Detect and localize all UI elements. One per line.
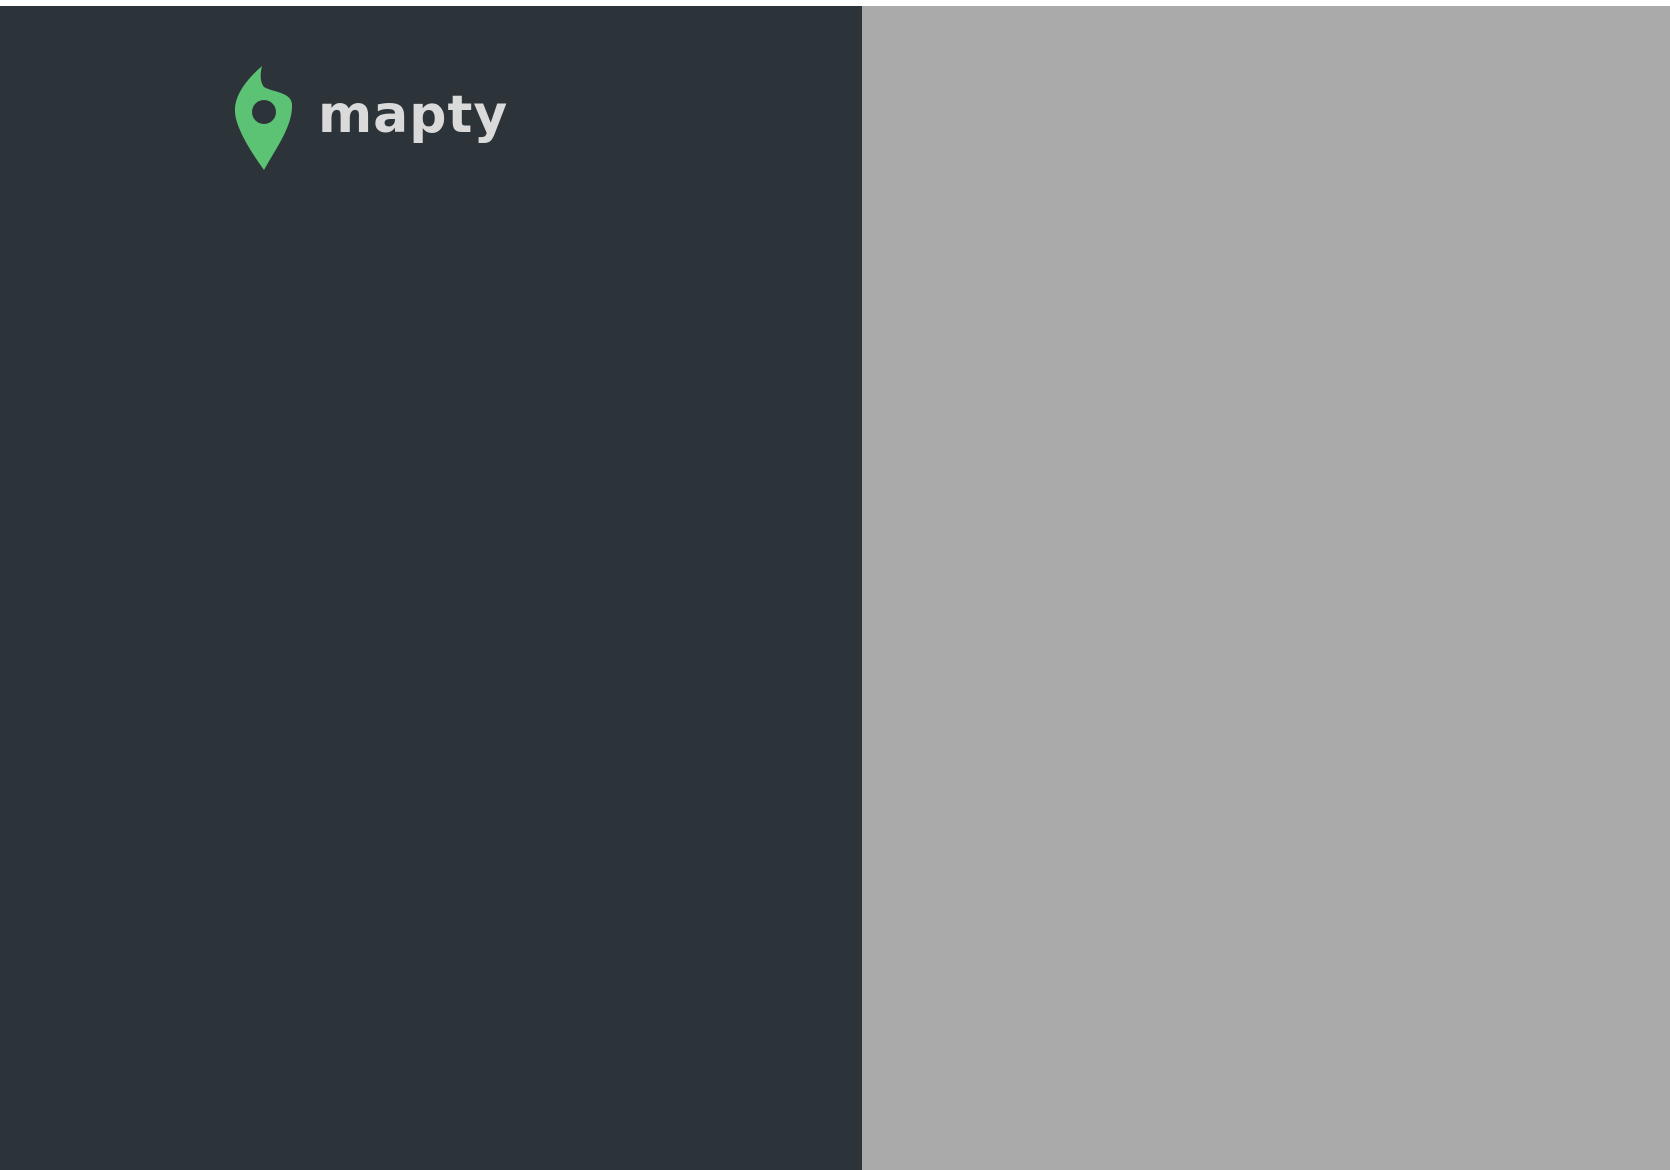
location-pin-icon [234,66,294,170]
brand-name: mapty [318,85,509,145]
sidebar: mapty [0,6,862,1170]
map-area[interactable] [862,6,1670,1170]
app-container: mapty [0,6,1670,1170]
logo: mapty [234,66,508,170]
